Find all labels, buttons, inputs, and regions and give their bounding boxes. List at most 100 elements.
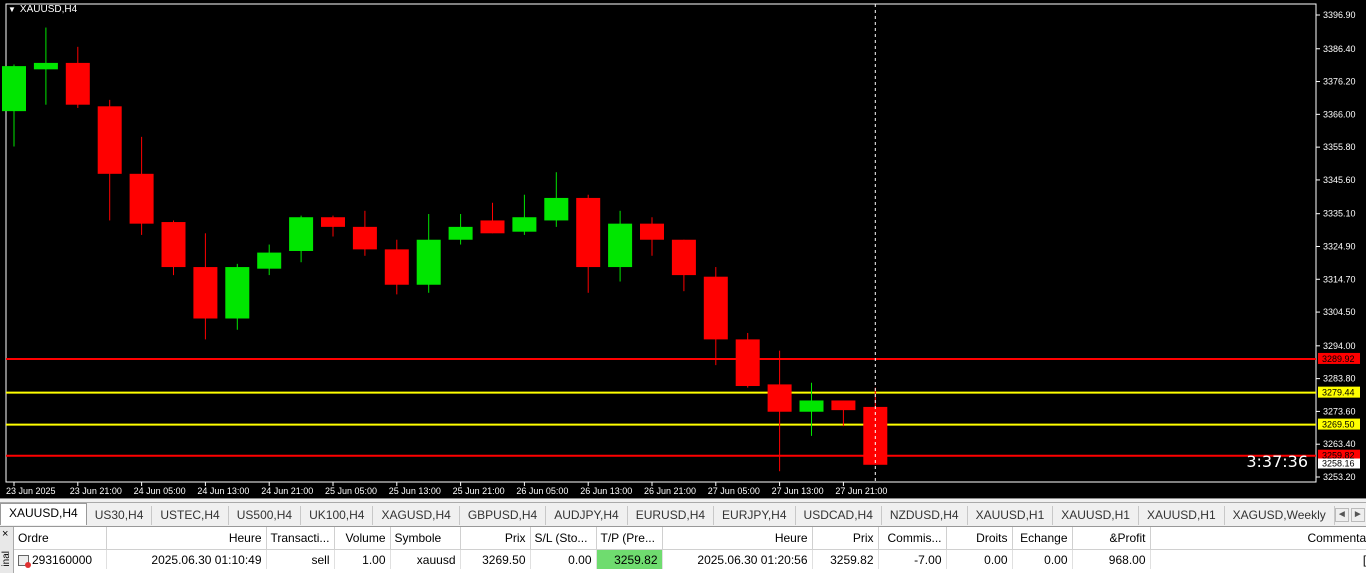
table-cell: 3269.50 xyxy=(460,549,531,569)
candle-body xyxy=(321,217,345,227)
table-cell: [tp] xyxy=(1150,549,1366,569)
column-header[interactable]: Droits xyxy=(946,527,1013,550)
candle-body xyxy=(767,384,792,412)
y-tick-label: 3396.90 xyxy=(1323,10,1356,20)
table-row[interactable]: 293160000 2025.06.30 01:10:49 sell 1.00 xauu… xyxy=(14,549,1366,569)
chart-tab[interactable]: US30,H4 xyxy=(87,506,153,525)
chart-tab[interactable]: EURJPY,H4 xyxy=(714,506,796,525)
candle-body xyxy=(289,217,314,251)
candle-body xyxy=(257,252,282,269)
table-header-row: Ordre Heure Transacti... Volume Symbole Prix S… xyxy=(14,527,1366,550)
column-header[interactable]: Volume xyxy=(334,527,391,550)
cell-value: 0.00 xyxy=(568,552,592,567)
y-tick-label: 3355.80 xyxy=(1323,142,1356,152)
column-header[interactable]: Heure xyxy=(106,527,267,550)
close-icon[interactable]: × xyxy=(2,528,8,540)
candle-body xyxy=(735,339,760,387)
price-chart[interactable]: 3396.90 3386.40 3376.20 3366.00 3355.80 3345.… xyxy=(0,0,1366,498)
symbol-title-text: XAUUSD,H4 xyxy=(19,4,78,15)
candle-body xyxy=(225,267,250,319)
column-header[interactable]: Transacti... xyxy=(266,527,335,550)
chart-tab[interactable]: XAGUSD,Weekly xyxy=(1225,506,1335,525)
candle-body xyxy=(576,197,601,268)
table-cell: 968.00 xyxy=(1072,549,1151,569)
y-tick-label: 3294.00 xyxy=(1323,341,1356,351)
table-cell: 3259.82 xyxy=(812,549,879,569)
cell-value: 1.00 xyxy=(362,552,386,567)
candle-body xyxy=(640,223,664,240)
x-tick-label: 25 Jun 05:00 xyxy=(325,486,377,496)
candle-body xyxy=(831,400,856,411)
column-header[interactable]: Prix xyxy=(812,527,879,550)
x-tick-label: 27 Jun 13:00 xyxy=(772,486,824,496)
column-header[interactable]: Heure xyxy=(662,527,813,550)
candle-body xyxy=(480,220,505,234)
price-level-label: 3279.44 xyxy=(1322,388,1355,398)
candle-body xyxy=(129,173,154,224)
candle-body xyxy=(65,62,90,105)
bar-countdown: 3:37:36 xyxy=(1246,452,1308,471)
table-cell: 0.00 xyxy=(1012,549,1073,569)
chart-tab[interactable]: GBPUSD,H4 xyxy=(460,506,547,525)
y-tick-label: 3335.10 xyxy=(1323,209,1356,219)
candle-body xyxy=(544,197,569,221)
column-header[interactable]: Prix xyxy=(460,527,531,550)
cell-value: 3259.82 xyxy=(830,552,874,567)
column-header[interactable]: Echange xyxy=(1012,527,1073,550)
table-cell: 2025.06.30 01:20:56 xyxy=(662,549,813,569)
column-header[interactable]: &Profit xyxy=(1072,527,1151,550)
price-level-label: 3269.50 xyxy=(1322,420,1355,430)
table-cell: 293160000 xyxy=(14,549,107,569)
x-tick-label: 25 Jun 13:00 xyxy=(389,486,441,496)
y-tick-label: 3283.80 xyxy=(1323,374,1356,384)
dropdown-triangle-icon[interactable]: ▼ xyxy=(8,5,16,14)
candle-body xyxy=(799,400,824,412)
candle-body xyxy=(512,217,537,232)
x-tick-label: 24 Jun 13:00 xyxy=(197,486,249,496)
x-tick-label: 25 Jun 21:00 xyxy=(453,486,505,496)
terminal-sidebar: × inal xyxy=(0,527,14,573)
candle-body xyxy=(2,66,26,112)
column-header[interactable]: S/L (Sto... xyxy=(530,527,597,550)
x-tick-label: 24 Jun 05:00 xyxy=(134,486,186,496)
chart-tab[interactable]: USDCAD,H4 xyxy=(796,506,882,525)
column-header[interactable]: T/P (Pre... xyxy=(596,527,663,550)
chart-tab[interactable]: EURUSD,H4 xyxy=(628,506,715,525)
chart-tab[interactable]: XAUUSD,H1 xyxy=(1139,506,1225,525)
price-level-label: 3289.92 xyxy=(1322,354,1355,364)
cell-value: 3269.50 xyxy=(482,552,526,567)
candle-body xyxy=(161,222,186,268)
chart-tab[interactable]: XAUUSD,H1 xyxy=(968,506,1054,525)
column-header[interactable]: Ordre xyxy=(14,527,107,550)
y-tick-label: 3253.20 xyxy=(1323,472,1356,482)
table-cell: xauusd xyxy=(390,549,461,569)
chart-tab[interactable]: XAGUSD,H4 xyxy=(373,506,460,525)
chart-tab[interactable]: AUDJPY,H4 xyxy=(546,506,628,525)
column-header[interactable]: Commis... xyxy=(878,527,947,550)
x-tick-label: 26 Jun 05:00 xyxy=(516,486,568,496)
chart-tab[interactable]: USTEC,H4 xyxy=(152,506,229,525)
x-tick-label: 27 Jun 21:00 xyxy=(835,486,887,496)
bid-price-label: 3258.16 xyxy=(1322,458,1355,468)
cell-value: 293160000 xyxy=(32,552,93,567)
candle-body xyxy=(193,267,218,319)
candle-body xyxy=(384,249,409,285)
x-tick-label: 23 Jun 2025 xyxy=(6,486,56,496)
chart-area[interactable]: 3396.90 3386.40 3376.20 3366.00 3355.80 3345.… xyxy=(0,0,1366,499)
scroll-left-icon[interactable]: ◄ xyxy=(1334,508,1349,522)
cell-value: -7.00 xyxy=(914,552,942,567)
candle-body xyxy=(448,226,473,240)
candle-body xyxy=(703,276,728,340)
chart-tab[interactable]: NZDUSD,H4 xyxy=(882,506,968,525)
chart-tabs: XAUUSD,H4 US30,H4 USTEC,H4 US500,H4 UK100,H4… xyxy=(0,502,1366,525)
cell-value: 2025.06.30 01:20:56 xyxy=(697,552,808,567)
chart-tab[interactable]: XAUUSD,H4 xyxy=(0,503,87,525)
candle-body xyxy=(608,223,633,268)
column-header[interactable]: Symbole xyxy=(390,527,461,550)
chart-symbol-title[interactable]: ▼ XAUUSD,H4 xyxy=(8,4,77,15)
chart-tab[interactable]: US500,H4 xyxy=(229,506,302,525)
scroll-right-icon[interactable]: ► xyxy=(1350,508,1365,522)
chart-tab[interactable]: XAUUSD,H1 xyxy=(1053,506,1139,525)
column-header[interactable]: Commentaire xyxy=(1150,527,1366,550)
chart-tab[interactable]: UK100,H4 xyxy=(301,506,374,525)
